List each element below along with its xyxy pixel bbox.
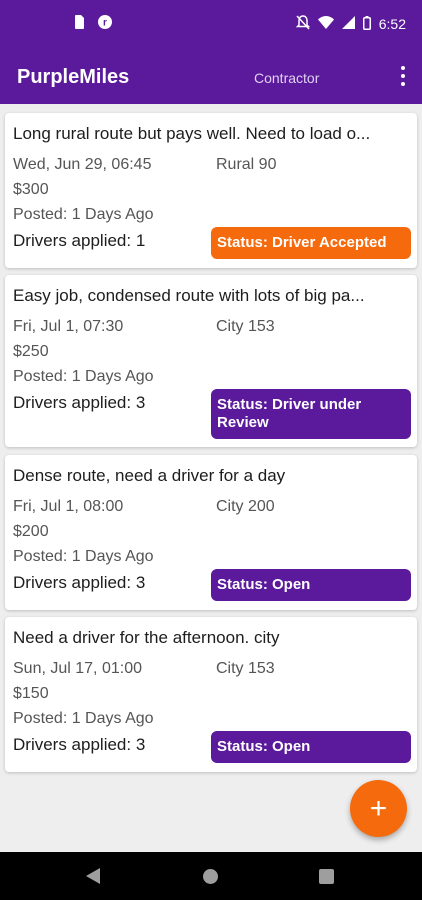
job-title: Need a driver for the afternoon. city [13, 628, 280, 647]
job-price: $200 [13, 523, 49, 540]
overflow-menu-icon[interactable] [398, 66, 408, 86]
system-nav-bar [0, 852, 422, 900]
job-card[interactable]: Long rural route but pays well. Need to … [5, 113, 417, 268]
notifications-off-icon [295, 15, 311, 33]
add-job-button[interactable]: + [350, 780, 407, 837]
status-badge: Status: Driver under Review [211, 389, 411, 439]
job-price: $300 [13, 181, 49, 198]
status-badge: Status: Open [211, 569, 411, 601]
job-title: Dense route, need a driver for a day [13, 466, 286, 485]
drivers-applied: Drivers applied: 3 [13, 573, 146, 592]
sim-card-icon [74, 15, 84, 34]
job-date: Sun, Jul 17, 01:00 [13, 660, 142, 677]
job-card[interactable]: Easy job, condensed route with lots of b… [5, 275, 417, 447]
job-price: $250 [13, 343, 49, 360]
drivers-applied: Drivers applied: 3 [13, 735, 146, 754]
job-price: $150 [13, 685, 49, 702]
drivers-applied: Drivers applied: 1 [13, 231, 146, 250]
job-route: City 200 [216, 498, 275, 515]
app-notification-icon: r [98, 15, 112, 34]
job-date: Wed, Jun 29, 06:45 [13, 156, 152, 173]
add-icon: + [369, 791, 388, 825]
job-date: Fri, Jul 1, 07:30 [13, 318, 124, 335]
job-title: Long rural route but pays well. Need to … [13, 124, 371, 143]
status-bar: r 6:52 [0, 0, 422, 48]
home-icon[interactable] [203, 869, 218, 884]
recents-icon[interactable] [319, 869, 334, 884]
job-card[interactable]: Need a driver for the afternoon. city Su… [5, 617, 417, 772]
back-icon[interactable] [86, 868, 100, 884]
status-badge: Status: Driver Accepted [211, 227, 411, 259]
app-bar: PurpleMiles Contractor [0, 48, 422, 104]
role-label: Contractor [254, 70, 320, 86]
job-posted: Posted: 1 Days Ago [13, 710, 154, 727]
job-card[interactable]: Dense route, need a driver for a day Fri… [5, 455, 417, 610]
job-posted: Posted: 1 Days Ago [13, 548, 154, 565]
app-title: PurpleMiles [17, 66, 130, 88]
clock: 6:52 [378, 16, 406, 32]
wifi-icon [317, 16, 334, 32]
job-posted: Posted: 1 Days Ago [13, 206, 154, 223]
status-badge: Status: Open [211, 731, 411, 763]
job-route: City 153 [216, 318, 275, 335]
job-date: Fri, Jul 1, 08:00 [13, 498, 124, 515]
battery-icon [362, 15, 371, 33]
signal-icon [341, 16, 355, 32]
job-posted: Posted: 1 Days Ago [13, 368, 154, 385]
drivers-applied: Drivers applied: 3 [13, 393, 146, 412]
svg-text:r: r [103, 18, 107, 29]
job-route: City 153 [216, 660, 275, 677]
job-title: Easy job, condensed route with lots of b… [13, 286, 365, 305]
job-route: Rural 90 [216, 156, 277, 173]
